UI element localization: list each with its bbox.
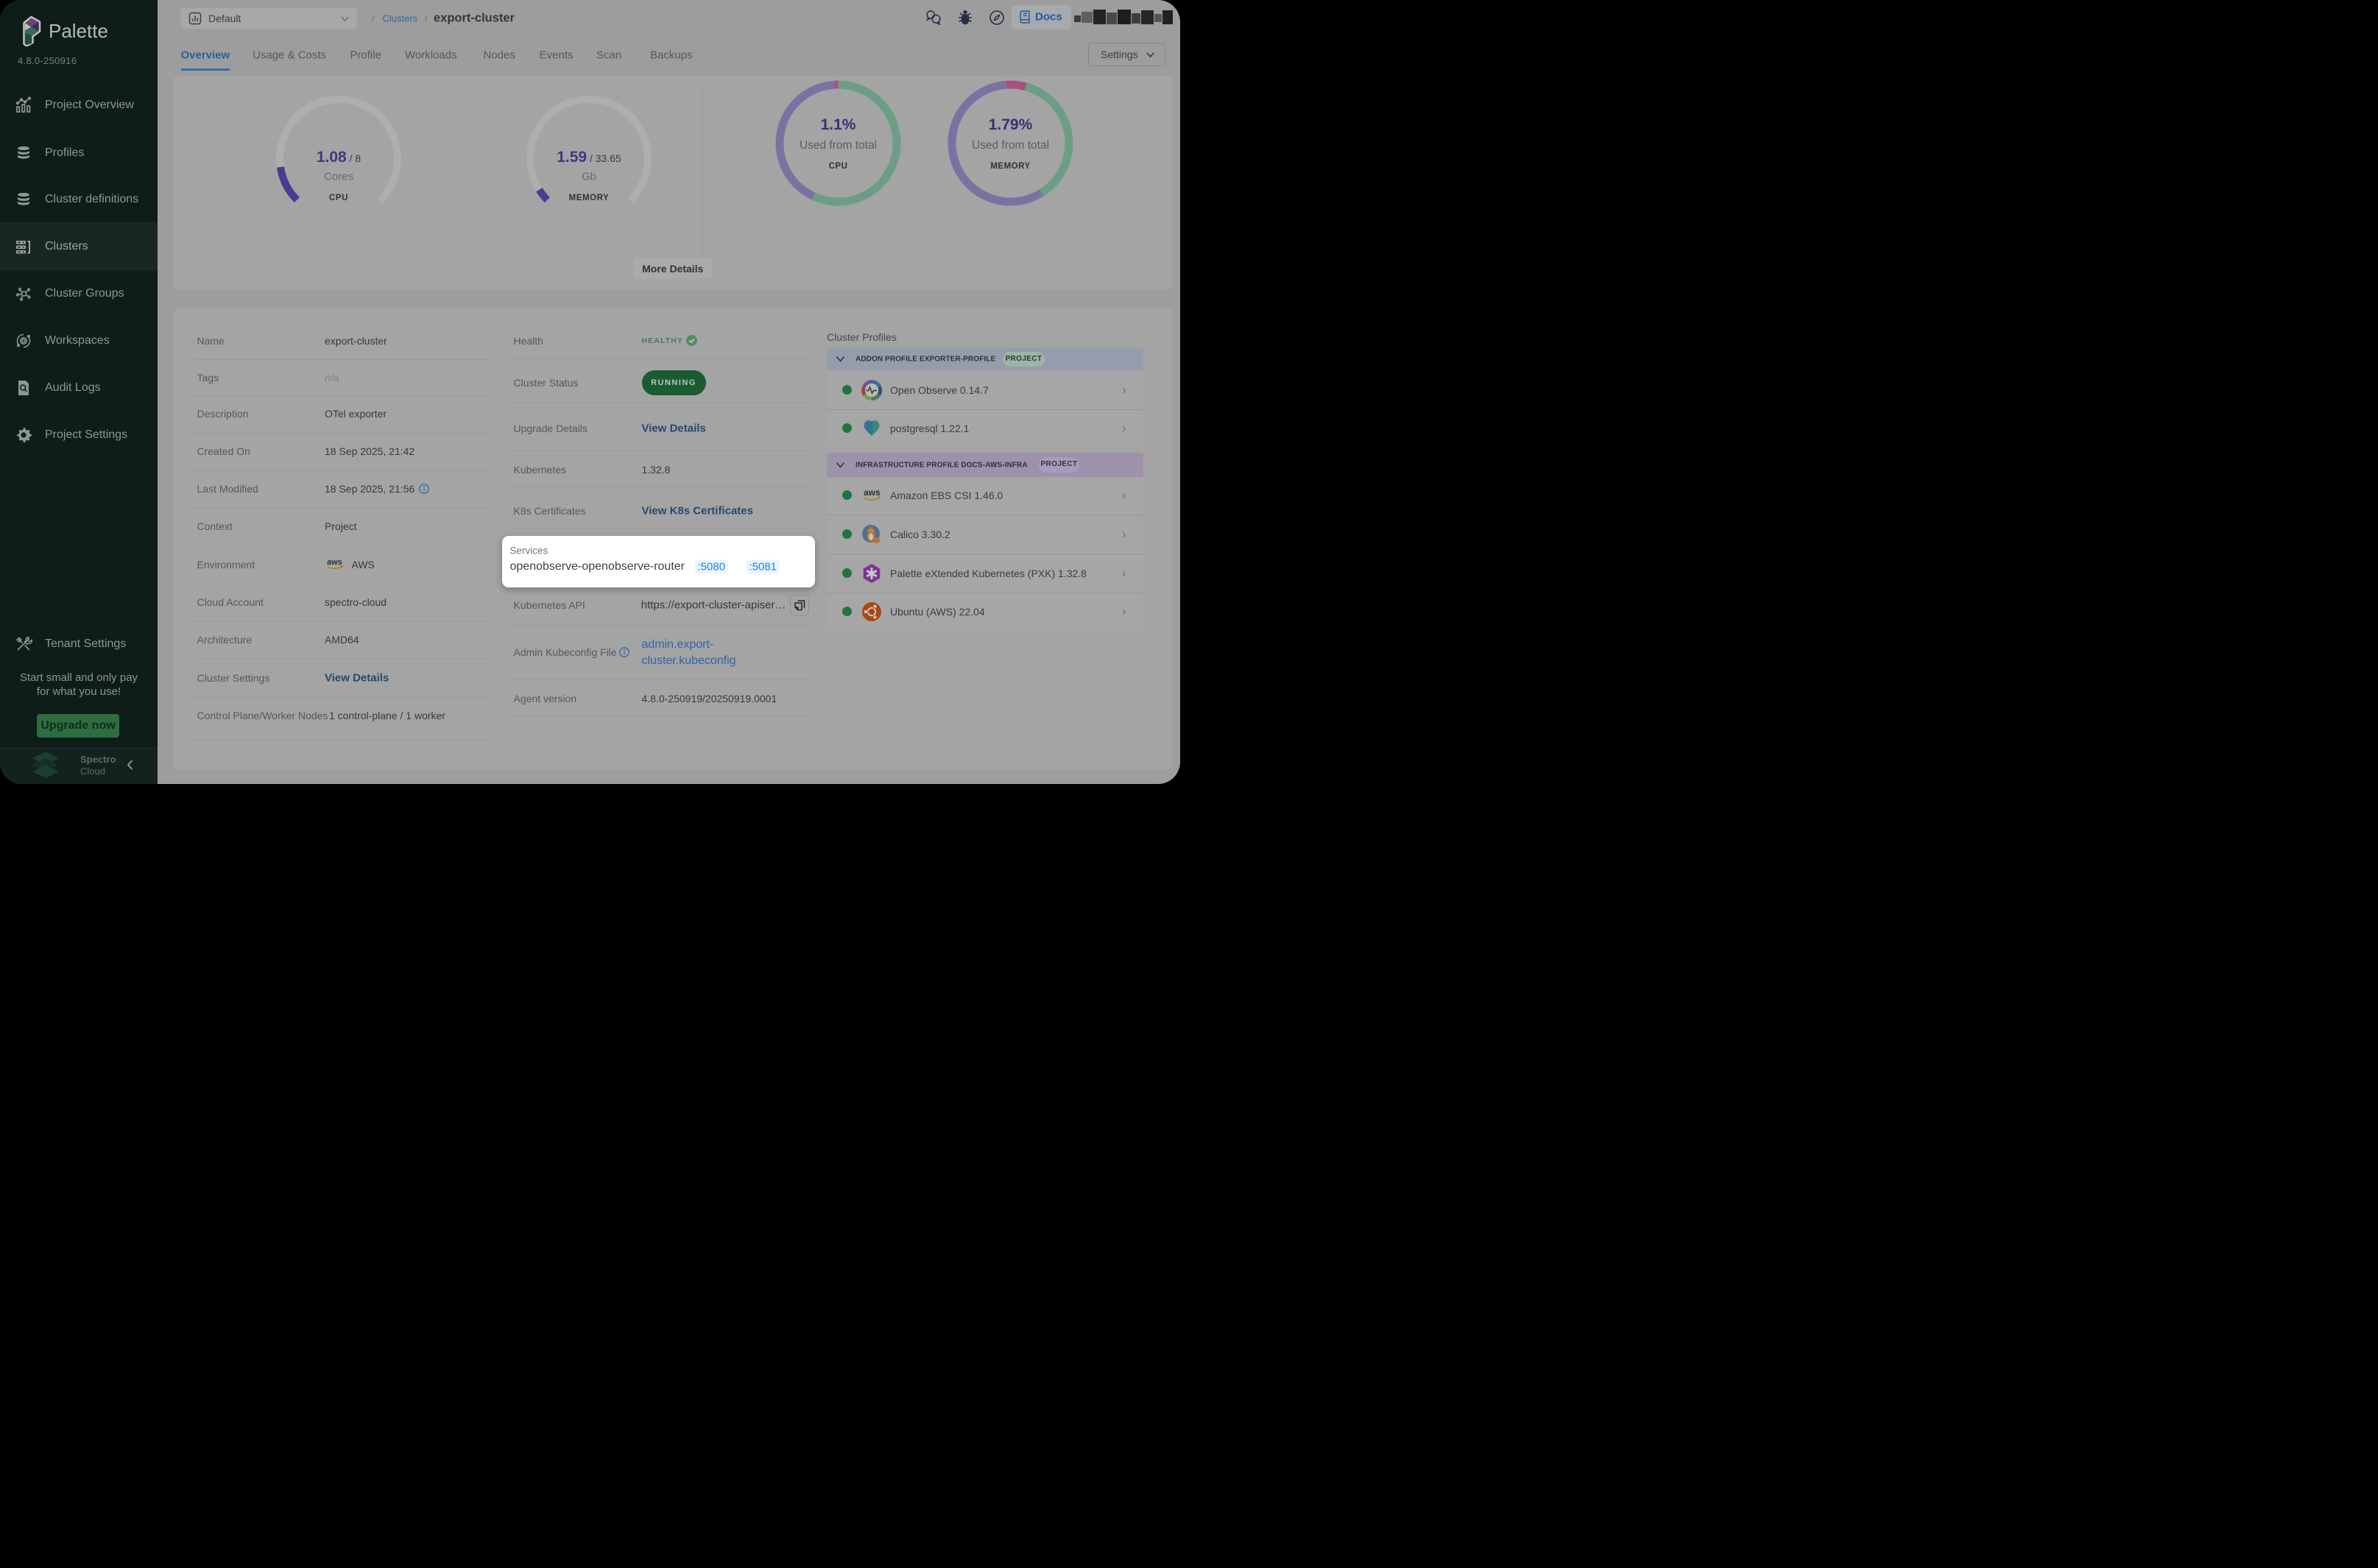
- svg-text:aws: aws: [327, 558, 342, 567]
- svg-text:aws: aws: [864, 487, 881, 498]
